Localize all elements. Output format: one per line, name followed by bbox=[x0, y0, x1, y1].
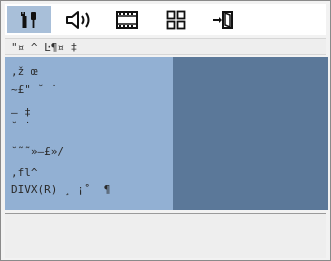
menu-item[interactable]: ,fl^ bbox=[11, 166, 171, 179]
menu-item[interactable]: ˘ ˙ bbox=[11, 120, 171, 133]
grid-icon bbox=[166, 10, 186, 30]
setup-dialog: "¤ ^ Ŀ¶¤ ‡ ,ž œ ~£" ˘ ˙ – ‡ ˘ ˙ ˘˜˜»–£»/… bbox=[0, 0, 331, 261]
menu-item[interactable]: DIVX(R) ¸ ¡˚ ¶ bbox=[11, 183, 171, 196]
setup-tools-icon bbox=[18, 10, 40, 30]
options-panel bbox=[173, 57, 328, 210]
speaker-icon bbox=[64, 10, 94, 30]
tab-audio[interactable] bbox=[57, 6, 101, 33]
page-title: "¤ ^ Ŀ¶¤ ‡ bbox=[5, 38, 326, 55]
menu-list: ,ž œ ~£" ˘ ˙ – ‡ ˘ ˙ ˘˜˜»–£»/ ,fl^ DIVX(… bbox=[5, 57, 173, 210]
tab-setup[interactable] bbox=[7, 6, 51, 33]
menu-item[interactable]: ˘˜˜»–£»/ bbox=[11, 145, 171, 158]
tab-bar bbox=[5, 4, 326, 35]
status-bar bbox=[5, 213, 326, 258]
menu-item[interactable]: – ‡ bbox=[11, 106, 171, 119]
tab-video[interactable] bbox=[105, 6, 149, 33]
film-icon bbox=[116, 10, 138, 29]
tab-exit[interactable] bbox=[202, 6, 246, 33]
exit-door-icon bbox=[212, 10, 236, 30]
menu-item[interactable]: ,ž œ bbox=[11, 65, 171, 78]
tab-preferences[interactable] bbox=[154, 6, 198, 33]
menu-item[interactable]: ~£" ˘ ˙ bbox=[11, 83, 171, 96]
